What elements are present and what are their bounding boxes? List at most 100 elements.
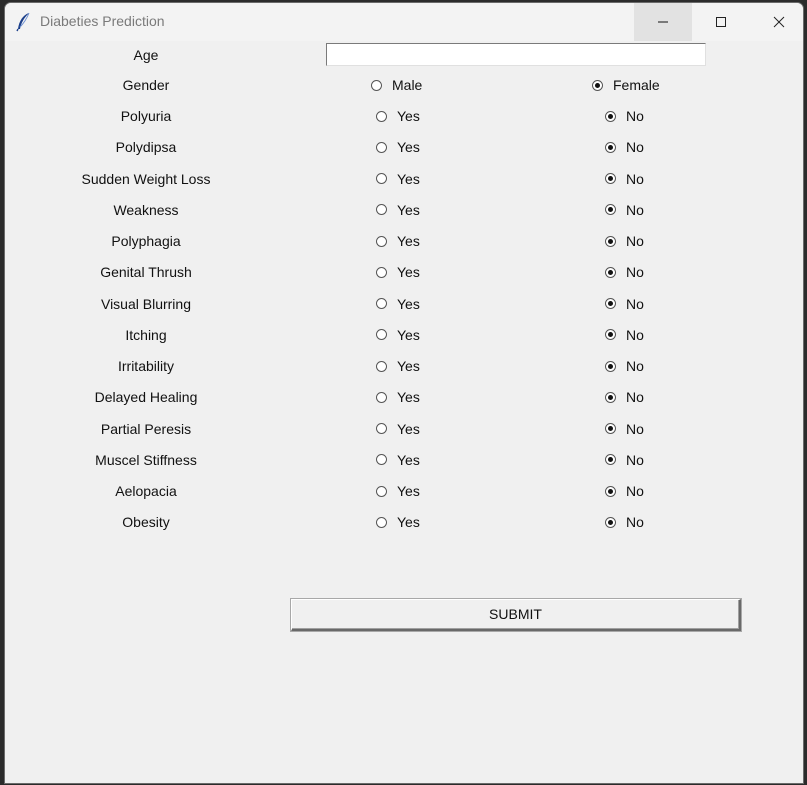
radio-button[interactable] xyxy=(376,454,387,466)
radio-button[interactable] xyxy=(376,141,387,153)
radio-button[interactable] xyxy=(605,141,616,153)
radio-button[interactable] xyxy=(605,110,616,122)
delayed-healing-option-no[interactable]: No xyxy=(605,387,644,407)
radio-button[interactable] xyxy=(605,329,616,341)
option-label: Female xyxy=(613,77,660,93)
irritability-option-yes[interactable]: Yes xyxy=(376,356,420,376)
delayed-healing-option-yes[interactable]: Yes xyxy=(376,387,420,407)
option-label: Yes xyxy=(397,358,420,374)
gender-label: Gender xyxy=(122,77,170,93)
radio-button[interactable] xyxy=(605,235,616,247)
age-input[interactable] xyxy=(326,43,706,66)
title-bar[interactable]: Diabeties Prediction xyxy=(5,3,803,41)
option-label: Yes xyxy=(397,170,420,187)
option-label: Yes xyxy=(397,108,420,124)
delayed-healing-row: Delayed Healing Yes No xyxy=(5,387,803,407)
sudden-weight-loss-option-yes[interactable]: Yes xyxy=(376,169,420,189)
polyphagia-option-no[interactable]: No xyxy=(605,231,644,251)
sudden-weight-loss-option-no[interactable]: No xyxy=(605,169,644,189)
polydipsa-label: Polydipsa xyxy=(115,139,177,156)
option-label: No xyxy=(626,483,644,499)
age-label: Age xyxy=(133,47,159,63)
radio-button[interactable] xyxy=(605,391,616,403)
radio-button[interactable] xyxy=(605,266,616,278)
maximize-icon xyxy=(716,17,726,27)
option-label: No xyxy=(626,139,644,156)
radio-button[interactable] xyxy=(605,516,616,528)
partial-peresis-option-no[interactable]: No xyxy=(605,419,644,439)
radio-button[interactable] xyxy=(605,423,616,434)
feather-icon xyxy=(16,12,30,32)
radio-button[interactable] xyxy=(376,391,387,403)
muscel-stiffness-option-no[interactable]: No xyxy=(605,450,644,470)
aelopacia-option-yes[interactable]: Yes xyxy=(376,481,420,501)
polydipsa-option-no[interactable]: No xyxy=(605,137,644,157)
radio-button[interactable] xyxy=(592,79,603,91)
visual-blurring-row: Visual Blurring Yes No xyxy=(5,294,803,314)
radio-button[interactable] xyxy=(376,329,387,341)
itching-row: Itching Yes No xyxy=(5,325,803,345)
option-label: No xyxy=(626,326,644,343)
option-label: Yes xyxy=(397,201,420,218)
irritability-row: Irritability Yes No xyxy=(5,356,803,376)
close-icon xyxy=(773,16,785,28)
option-label: No xyxy=(626,451,644,468)
polyuria-option-no[interactable]: No xyxy=(605,106,644,126)
muscel-stiffness-option-yes[interactable]: Yes xyxy=(376,450,420,470)
radio-button[interactable] xyxy=(376,204,387,216)
maximize-button[interactable] xyxy=(692,3,750,41)
radio-button[interactable] xyxy=(376,173,387,184)
polyphagia-option-yes[interactable]: Yes xyxy=(376,231,420,251)
sudden-weight-loss-label: Sudden Weight Loss xyxy=(81,170,211,187)
partial-peresis-option-yes[interactable]: Yes xyxy=(376,419,420,439)
obesity-option-no[interactable]: No xyxy=(605,512,644,532)
gender-row: Gender Male Female xyxy=(5,75,803,95)
polyuria-label: Polyuria xyxy=(120,108,172,124)
visual-blurring-option-yes[interactable]: Yes xyxy=(376,294,420,314)
option-label: No xyxy=(626,264,644,281)
visual-blurring-label: Visual Blurring xyxy=(100,295,191,312)
option-label: No xyxy=(626,295,644,312)
visual-blurring-option-no[interactable]: No xyxy=(605,294,644,314)
radio-button[interactable] xyxy=(605,173,616,184)
radio-button[interactable] xyxy=(376,235,387,247)
weakness-label: Weakness xyxy=(113,201,179,218)
radio-button[interactable] xyxy=(605,204,616,216)
submit-button[interactable]: SUBMIT xyxy=(291,599,741,631)
obesity-row: Obesity Yes No xyxy=(5,512,803,532)
polyuria-row: Polyuria Yes No xyxy=(5,106,803,126)
polyuria-option-yes[interactable]: Yes xyxy=(376,106,420,126)
option-label: No xyxy=(626,170,644,187)
form-content: Age Gender Male Female Polyuria Yes No Polydip… xyxy=(5,41,803,783)
itching-label: Itching xyxy=(125,326,167,343)
radio-button[interactable] xyxy=(605,454,616,466)
itching-option-yes[interactable]: Yes xyxy=(376,325,420,345)
option-label: Yes xyxy=(397,451,420,468)
radio-button[interactable] xyxy=(605,298,616,309)
radio-button[interactable] xyxy=(605,360,616,372)
radio-button[interactable] xyxy=(376,516,387,528)
option-label: Yes xyxy=(397,326,420,343)
weakness-option-no[interactable]: No xyxy=(605,200,644,220)
radio-button[interactable] xyxy=(376,360,387,372)
gender-option-male[interactable]: Male xyxy=(371,75,422,95)
irritability-option-no[interactable]: No xyxy=(605,356,644,376)
itching-option-no[interactable]: No xyxy=(605,325,644,345)
radio-button[interactable] xyxy=(371,79,382,91)
option-label: No xyxy=(626,108,644,124)
radio-button[interactable] xyxy=(376,485,387,497)
radio-button[interactable] xyxy=(376,423,387,434)
gender-option-female[interactable]: Female xyxy=(592,75,660,95)
genital-thrush-option-yes[interactable]: Yes xyxy=(376,262,420,282)
polydipsa-option-yes[interactable]: Yes xyxy=(376,137,420,157)
genital-thrush-option-no[interactable]: No xyxy=(605,262,644,282)
radio-button[interactable] xyxy=(376,266,387,278)
obesity-option-yes[interactable]: Yes xyxy=(376,512,420,532)
minimize-button[interactable] xyxy=(634,3,692,41)
radio-button[interactable] xyxy=(376,298,387,309)
radio-button[interactable] xyxy=(605,485,616,497)
aelopacia-option-no[interactable]: No xyxy=(605,481,644,501)
close-button[interactable] xyxy=(750,3,803,41)
radio-button[interactable] xyxy=(376,110,387,122)
weakness-option-yes[interactable]: Yes xyxy=(376,200,420,220)
